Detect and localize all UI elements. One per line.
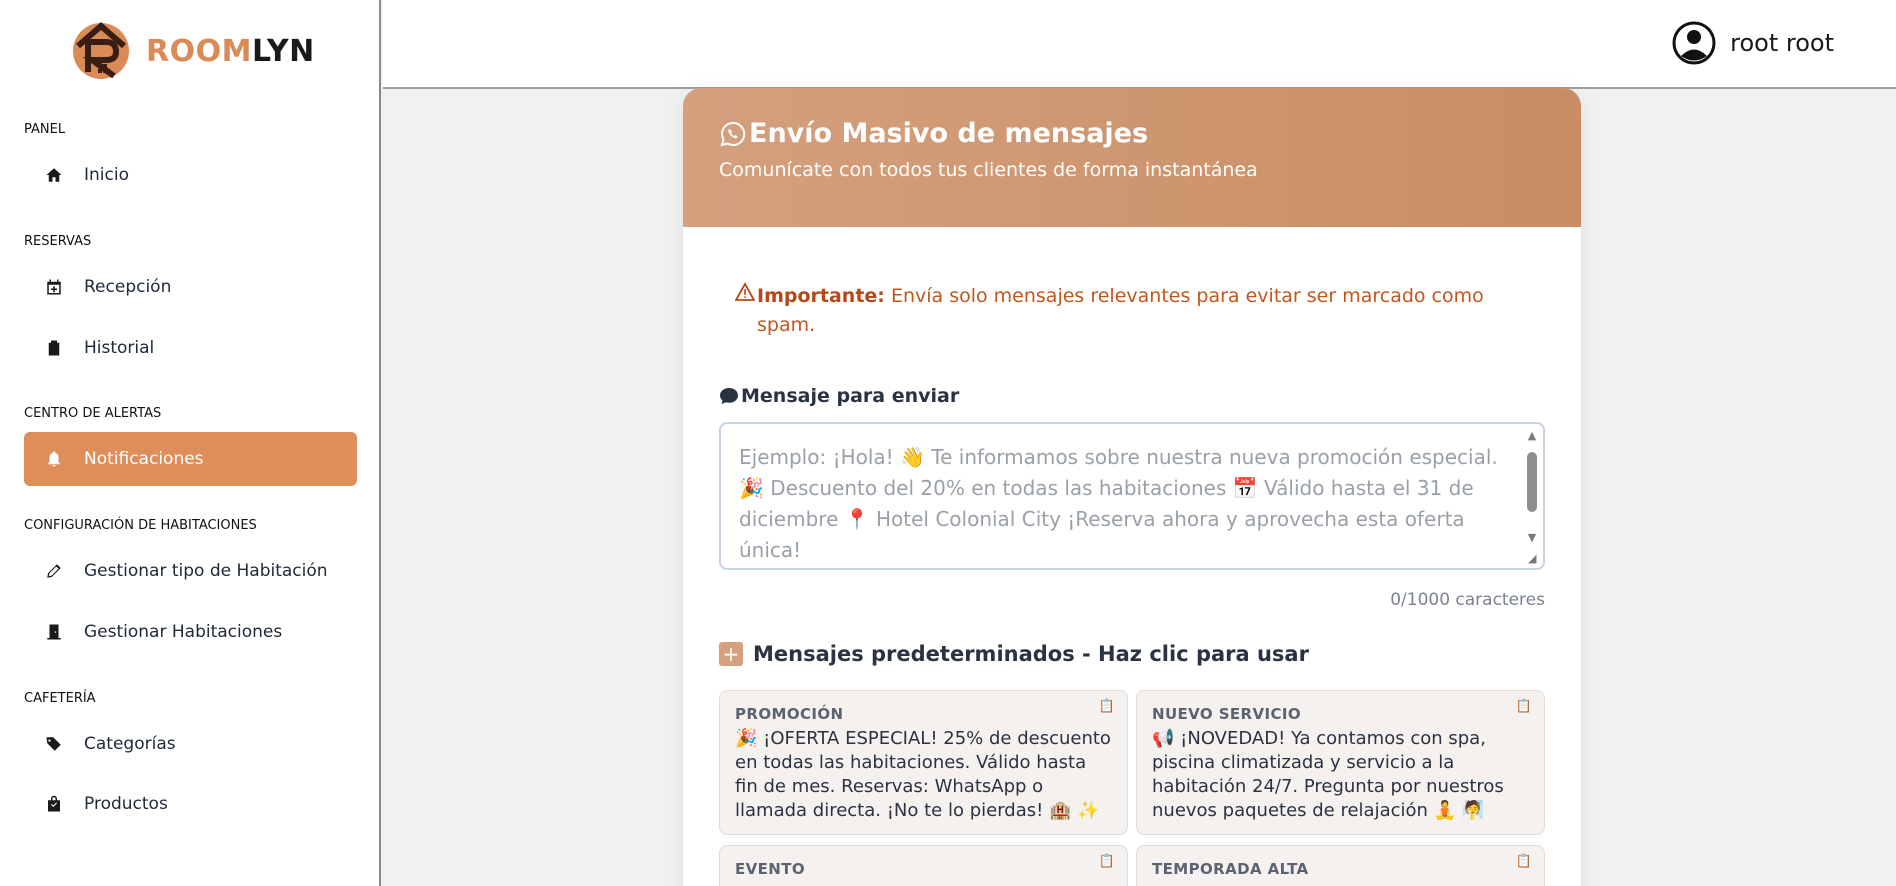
- card-subtitle: Comunícate con todos tus clientes de for…: [719, 159, 1258, 181]
- brand-name-part1: ROOM: [146, 33, 252, 69]
- textarea-scrollbar[interactable]: ▲ ▼: [1525, 428, 1539, 546]
- sidebar-item-gestionar-tipo-habitacion[interactable]: Gestionar tipo de Habitación: [24, 544, 357, 598]
- clipboard-copy-icon: 📋: [1098, 854, 1115, 869]
- preset-card-nuevo-servicio[interactable]: 📋 NUEVO SERVICIO 📢 ¡NOVEDAD! Ya contamos…: [1136, 690, 1545, 835]
- sidebar-item-label: Notificaciones: [84, 449, 204, 469]
- clipboard-copy-icon: 📋: [1098, 699, 1115, 714]
- preset-title: NUEVO SERVICIO: [1152, 705, 1302, 723]
- whatsapp-icon: [720, 121, 746, 146]
- warning-triangle-icon: [734, 282, 756, 340]
- clipboard-icon: [24, 339, 84, 357]
- warning-label: Importante:: [757, 285, 885, 307]
- sidebar-item-label: Recepción: [84, 277, 172, 297]
- user-name: root root: [1730, 29, 1834, 57]
- brand[interactable]: ROOMLYN: [70, 20, 315, 82]
- bell-icon: [24, 450, 84, 468]
- scroll-down-arrow-icon[interactable]: ▼: [1525, 532, 1539, 544]
- speech-bubble-icon: [720, 388, 738, 404]
- message-label-text: Mensaje para enviar: [741, 385, 960, 407]
- message-label: Mensaje para enviar: [719, 385, 959, 407]
- user-avatar-icon: [1672, 21, 1716, 65]
- topbar: root root: [383, 0, 1896, 89]
- preset-title: EVENTO: [735, 860, 806, 878]
- sidebar-item-label: Gestionar Habitaciones: [84, 622, 283, 642]
- sidebar-item-productos[interactable]: Productos: [24, 777, 357, 831]
- presets-heading-text: Mensajes predeterminados - Haz clic para…: [753, 642, 1309, 666]
- message-textarea[interactable]: [721, 424, 1521, 568]
- sidebar-item-categorias[interactable]: Categorías: [24, 717, 357, 771]
- preset-title: TEMPORADA ALTA: [1152, 860, 1309, 878]
- sidebar-item-recepcion[interactable]: Recepción: [24, 260, 357, 314]
- presets-heading: + Mensajes predeterminados - Haz clic pa…: [719, 642, 1309, 666]
- sidebar-item-historial[interactable]: Historial: [24, 321, 357, 375]
- preset-card-evento[interactable]: 📋 EVENTO: [719, 845, 1128, 886]
- sidebar-item-notificaciones[interactable]: Notificaciones: [24, 432, 357, 486]
- brand-name: ROOMLYN: [146, 34, 315, 69]
- plus-square-icon: +: [719, 642, 743, 666]
- card-header: Envío Masivo de mensajes Comunícate con …: [683, 88, 1581, 227]
- preset-title: PROMOCIÓN: [735, 705, 844, 723]
- calendar-plus-icon: [24, 278, 84, 296]
- preset-card-promocion[interactable]: 📋 PROMOCIÓN 🎉 ¡OFERTA ESPECIAL! 25% de d…: [719, 690, 1128, 835]
- home-icon: [24, 166, 84, 184]
- clipboard-copy-icon: 📋: [1515, 854, 1532, 869]
- character-counter: 0/1000 caracteres: [1390, 590, 1545, 610]
- resize-handle-icon[interactable]: ◢: [1528, 553, 1540, 565]
- brand-name-part2: LYN: [251, 33, 315, 69]
- door-icon: [24, 623, 84, 641]
- card-title: Envío Masivo de mensajes: [719, 118, 1545, 149]
- section-label-reservas: RESERVAS: [24, 234, 92, 249]
- card-title-text: Envío Masivo de mensajes: [749, 118, 1149, 149]
- roomlyn-logo-icon: [73, 22, 129, 79]
- section-label-panel: PANEL: [24, 122, 66, 137]
- sidebar-item-gestionar-habitaciones[interactable]: Gestionar Habitaciones: [24, 605, 357, 659]
- scroll-thumb[interactable]: [1527, 452, 1537, 512]
- message-textarea-wrapper: ▲ ▼ ◢: [719, 422, 1545, 570]
- preset-card-temporada-alta[interactable]: 📋 TEMPORADA ALTA: [1136, 845, 1545, 886]
- preset-text: 📢 ¡NOVEDAD! Ya contamos con spa, piscina…: [1152, 728, 1504, 821]
- tags-icon: [24, 735, 84, 753]
- clipboard-copy-icon: 📋: [1515, 699, 1532, 714]
- section-label-configuracion-habitaciones: CONFIGURACIÓN DE HABITACIONES: [24, 518, 257, 533]
- sidebar-item-label: Inicio: [84, 165, 129, 185]
- sidebar-item-label: Productos: [84, 794, 168, 814]
- preset-text: 🎉 ¡OFERTA ESPECIAL! 25% de descuento en …: [735, 728, 1111, 821]
- sidebar-item-label: Gestionar tipo de Habitación: [84, 561, 328, 581]
- scroll-up-arrow-icon[interactable]: ▲: [1525, 430, 1539, 442]
- sidebar-item-label: Categorías: [84, 734, 176, 754]
- user-menu[interactable]: root root: [1672, 21, 1834, 65]
- bag-icon: [24, 795, 84, 813]
- warning-notice: Importante: Envía solo mensajes relevant…: [734, 282, 1495, 340]
- section-label-centro-de-alertas: CENTRO DE ALERTAS: [24, 406, 162, 421]
- mass-message-card: Envío Masivo de mensajes Comunícate con …: [683, 88, 1581, 886]
- section-label-cafeteria: CAFETERÍA: [24, 691, 96, 706]
- pencil-icon: [24, 562, 84, 580]
- sidebar-item-inicio[interactable]: Inicio: [24, 148, 357, 202]
- sidebar: ROOMLYN PANEL Inicio RESERVAS Recepción …: [0, 0, 381, 886]
- sidebar-item-label: Historial: [84, 338, 155, 358]
